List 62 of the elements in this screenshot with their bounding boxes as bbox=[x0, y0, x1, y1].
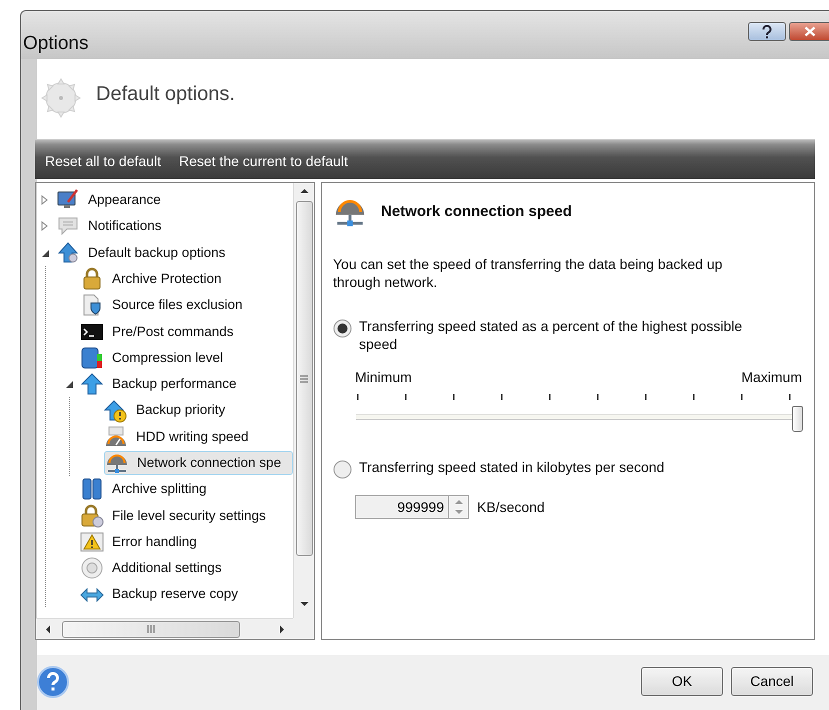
compression-icon bbox=[80, 346, 104, 370]
unit-label: KB/second bbox=[477, 498, 545, 516]
horizontal-scrollbar[interactable] bbox=[36, 618, 293, 639]
radio-button[interactable] bbox=[333, 458, 352, 477]
tree-item[interactable]: Backup performance bbox=[80, 372, 241, 396]
expand-toggle[interactable] bbox=[40, 248, 50, 258]
toolbar-link[interactable]: Reset all to default bbox=[45, 151, 161, 172]
spin-up-button[interactable] bbox=[449, 496, 468, 507]
slider-max-label: Maximum bbox=[741, 368, 802, 387]
radio-button[interactable] bbox=[333, 317, 352, 336]
help-button[interactable] bbox=[748, 22, 786, 41]
tree-item[interactable]: Source files exclusion bbox=[80, 293, 247, 318]
expand-toggle[interactable] bbox=[40, 195, 50, 206]
tree-item[interactable]: File level security settings bbox=[80, 504, 270, 528]
tree-item[interactable]: Error handling bbox=[80, 530, 201, 554]
tree-item[interactable]: Additional settings bbox=[80, 556, 226, 580]
tree-item[interactable]: Default backup options bbox=[56, 240, 230, 265]
close-icon bbox=[804, 26, 816, 37]
scrollbar-thumb[interactable] bbox=[296, 201, 312, 556]
slider-min-label: Minimum bbox=[355, 368, 412, 387]
expand-toggle[interactable] bbox=[64, 379, 74, 390]
padlock-gear-icon bbox=[80, 504, 104, 528]
gear-icon bbox=[40, 77, 82, 119]
up-arrow-warning-icon bbox=[104, 398, 128, 423]
warning-icon bbox=[80, 530, 104, 554]
close-button[interactable] bbox=[789, 22, 829, 41]
tree-item[interactable]: Backup reserve copy bbox=[80, 582, 242, 607]
vertical-scrollbar[interactable] bbox=[293, 183, 314, 618]
header-title: Default options. bbox=[96, 82, 235, 107]
ok-button[interactable]: OK bbox=[641, 667, 723, 696]
help-icon[interactable] bbox=[37, 666, 69, 698]
tree-item[interactable]: Notifications bbox=[56, 214, 166, 238]
window-title: Options bbox=[23, 32, 88, 56]
down-arrow-icon bbox=[454, 510, 462, 515]
tree-item[interactable]: Network connection spe bbox=[104, 451, 293, 476]
grip-icon bbox=[147, 625, 155, 633]
slider-thumb[interactable] bbox=[792, 406, 803, 432]
gear-icon bbox=[80, 556, 104, 580]
radio-label: Transferring speed stated in kilobytes per second bbox=[359, 458, 664, 476]
tree-item[interactable]: Pre/Post commands bbox=[80, 320, 238, 344]
up-arrow-icon bbox=[454, 499, 462, 504]
up-arrow-icon bbox=[56, 240, 80, 265]
help-icon bbox=[761, 24, 773, 38]
radio-label: Transferring speed stated as a percent of the highest possible speed bbox=[359, 317, 744, 353]
split-file-icon bbox=[80, 477, 104, 502]
up-arrow-icon bbox=[80, 372, 104, 396]
spin-control[interactable] bbox=[448, 495, 469, 519]
spin-down-button[interactable] bbox=[449, 507, 468, 518]
tree-item[interactable]: Backup priority bbox=[104, 398, 230, 423]
tree-item[interactable]: Compression level bbox=[80, 346, 228, 370]
cancel-button[interactable]: Cancel bbox=[731, 667, 813, 696]
gauge-icon bbox=[104, 424, 128, 449]
tree-item[interactable]: Archive splitting bbox=[80, 477, 211, 502]
scrollbar-thumb[interactable] bbox=[62, 620, 240, 638]
expand-toggle[interactable] bbox=[40, 221, 50, 232]
toolbar-link[interactable]: Reset the current to default bbox=[178, 151, 348, 172]
tree-item[interactable]: Appearance bbox=[56, 188, 165, 212]
tree-item[interactable]: Archive Protection bbox=[80, 267, 226, 292]
tree-item[interactable]: HDD writing speed bbox=[104, 424, 253, 449]
description-text: You can set the speed of transferring the data being backed up through network. bbox=[333, 255, 724, 291]
grip-icon bbox=[300, 374, 308, 382]
panel-title: Network connection speed bbox=[381, 202, 572, 222]
